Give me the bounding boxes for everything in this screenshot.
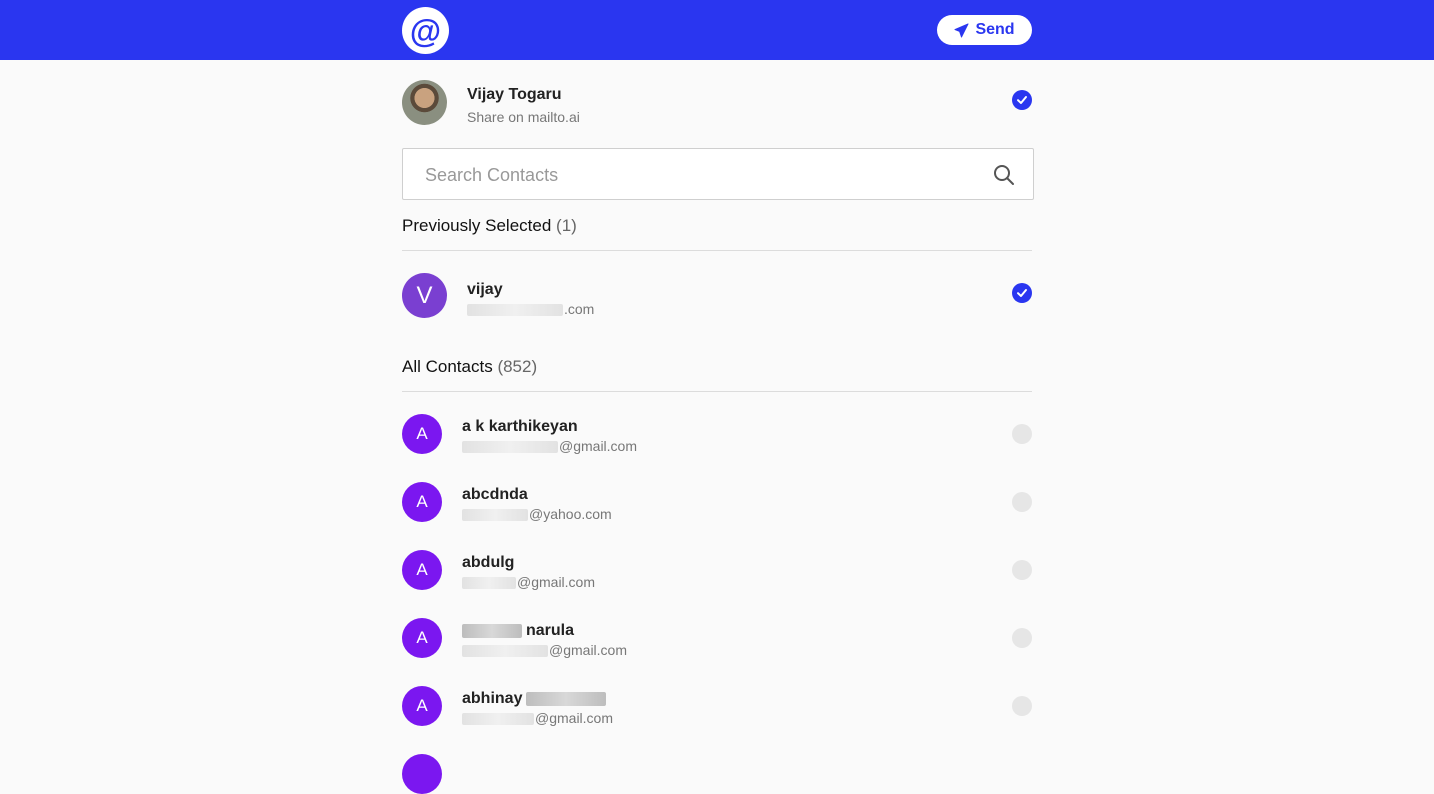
contact-email: @gmail.com <box>462 574 595 590</box>
email-domain: @yahoo.com <box>529 506 612 522</box>
search-input[interactable] <box>423 149 987 201</box>
select-radio[interactable] <box>1012 424 1032 444</box>
contact-name: abdulg <box>462 554 515 571</box>
all-contacts-heading: All Contacts (852) <box>402 357 537 377</box>
list-item[interactable]: A a k karthikeyan @gmail.com <box>402 414 1034 460</box>
contact-email: @yahoo.com <box>462 506 612 522</box>
contact-email: @gmail.com <box>462 438 637 454</box>
current-user-name: Vijay Togaru <box>467 86 562 103</box>
at-logo-icon[interactable]: @ <box>402 7 449 54</box>
email-domain: @gmail.com <box>535 710 614 726</box>
email-domain: @gmail.com <box>517 574 596 590</box>
contact-name: a k karthikeyan <box>462 418 578 435</box>
current-user-row[interactable]: Vijay Togaru Share on mailto.ai <box>402 80 1034 126</box>
avatar: A <box>402 686 442 726</box>
avatar: V <box>402 273 447 318</box>
select-radio[interactable] <box>1012 560 1032 580</box>
redacted-block <box>462 645 548 658</box>
avatar <box>402 754 442 794</box>
contact-name: narula <box>462 622 574 640</box>
contact-email: @gmail.com <box>462 642 627 658</box>
divider <box>402 250 1032 251</box>
contact-name-visible: narula <box>526 622 575 639</box>
redacted-block <box>462 441 558 454</box>
divider <box>402 391 1032 392</box>
redacted-block <box>462 577 516 590</box>
list-item[interactable]: A abcdnda @yahoo.com <box>402 482 1034 528</box>
list-item[interactable]: A abdulg @gmail.com <box>402 550 1034 596</box>
send-button-label: Send <box>975 21 1015 38</box>
selected-check-icon[interactable] <box>1012 90 1032 110</box>
contact-name-visible: abhinay <box>462 690 523 707</box>
contact-name: vijay <box>467 281 503 298</box>
section-count: (852) <box>497 357 538 376</box>
search-box <box>402 148 1034 201</box>
search-icon[interactable] <box>993 164 1015 186</box>
contact-name: abhinay <box>462 690 607 708</box>
section-title-label: Previously Selected <box>402 216 552 235</box>
redacted-block <box>526 691 607 706</box>
previously-selected-heading: Previously Selected (1) <box>402 216 577 236</box>
top-bar: @ Send <box>0 0 1434 60</box>
email-domain: .com <box>564 301 595 317</box>
list-item[interactable]: V vijay .com <box>402 273 1034 319</box>
section-title-label: All Contacts <box>402 357 493 376</box>
section-count: (1) <box>556 216 577 235</box>
select-radio[interactable] <box>1012 696 1032 716</box>
contact-email: @gmail.com <box>462 710 613 726</box>
redacted-block <box>462 509 528 522</box>
send-button[interactable]: Send <box>937 15 1032 45</box>
list-item[interactable]: A abhinay @gmail.com <box>402 686 1034 732</box>
selected-check-icon[interactable] <box>1012 283 1032 303</box>
avatar <box>402 80 447 125</box>
list-item[interactable]: A narula @gmail.com <box>402 618 1034 664</box>
avatar: A <box>402 414 442 454</box>
contact-name: abcdnda <box>462 486 528 503</box>
paper-plane-icon <box>954 22 969 38</box>
redacted-block <box>467 304 563 317</box>
current-user-subtitle: Share on mailto.ai <box>467 109 580 125</box>
avatar: A <box>402 618 442 658</box>
select-radio[interactable] <box>1012 492 1032 512</box>
avatar: A <box>402 482 442 522</box>
avatar: A <box>402 550 442 590</box>
select-radio[interactable] <box>1012 628 1032 648</box>
redacted-block <box>462 623 522 638</box>
email-domain: @gmail.com <box>559 438 638 454</box>
redacted-block <box>462 713 534 726</box>
email-domain: @gmail.com <box>549 642 628 658</box>
contact-email: .com <box>467 301 594 317</box>
